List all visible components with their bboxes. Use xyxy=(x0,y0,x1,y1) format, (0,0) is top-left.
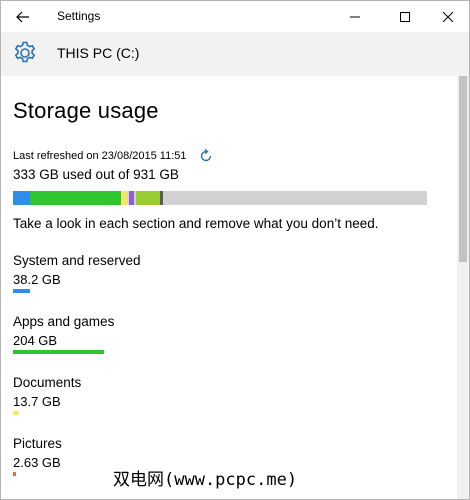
category-apps-and-games[interactable]: Apps and games 204 GB xyxy=(13,314,313,354)
back-arrow-icon xyxy=(16,11,29,22)
category-documents[interactable]: Documents 13.7 GB xyxy=(13,375,313,415)
page-header: THIS PC (C:) xyxy=(1,32,469,76)
maximize-button[interactable] xyxy=(382,1,428,32)
usage-segment-other xyxy=(136,191,160,205)
gear-icon xyxy=(14,41,36,63)
usage-segment-apps-and-games xyxy=(30,191,121,205)
category-bar xyxy=(13,350,104,354)
minimize-icon xyxy=(350,16,360,17)
maximize-icon xyxy=(400,11,410,22)
category-bar xyxy=(13,472,16,476)
close-button[interactable] xyxy=(425,1,469,32)
category-name: Pictures xyxy=(13,436,62,451)
settings-window: Settings THIS PC (C:) Storage usage Last… xyxy=(0,0,470,500)
window-title: Settings xyxy=(57,9,101,23)
title-bar: Settings xyxy=(1,1,469,32)
usage-segment-temporary-files xyxy=(160,191,163,205)
category-bar xyxy=(13,289,30,293)
page-title: Storage usage xyxy=(13,98,159,123)
storage-usage-bar xyxy=(13,191,427,205)
header-title: THIS PC (C:) xyxy=(57,45,140,61)
minimize-button[interactable] xyxy=(332,1,378,32)
category-bar xyxy=(13,411,19,415)
category-name: Apps and games xyxy=(13,314,115,329)
usage-segment-system-and-reserved xyxy=(13,191,30,205)
close-icon xyxy=(443,11,453,22)
category-size: 38.2 GB xyxy=(13,272,61,287)
storage-content: Storage usage Last refreshed on 23/08/20… xyxy=(1,76,457,499)
category-size: 13.7 GB xyxy=(13,394,61,409)
refresh-icon[interactable] xyxy=(199,149,213,163)
category-name: Documents xyxy=(13,375,82,390)
category-system-and-reserved[interactable]: System and reserved 38.2 GB xyxy=(13,253,313,293)
back-button[interactable] xyxy=(1,1,45,32)
category-size: 204 GB xyxy=(13,333,58,348)
category-name: System and reserved xyxy=(13,253,141,268)
refresh-row: Last refreshed on 23/08/2015 11:51 xyxy=(13,149,213,163)
last-refreshed-text: Last refreshed on 23/08/2015 11:51 xyxy=(13,150,187,162)
watermark: 双电网(www.pcpc.me) xyxy=(109,465,302,490)
hint-text: Take a look in each section and remove w… xyxy=(13,216,379,231)
used-summary: 333 GB used out of 931 GB xyxy=(13,167,179,182)
vertical-scrollbar[interactable] xyxy=(457,76,469,499)
scrollbar-thumb[interactable] xyxy=(459,76,467,262)
